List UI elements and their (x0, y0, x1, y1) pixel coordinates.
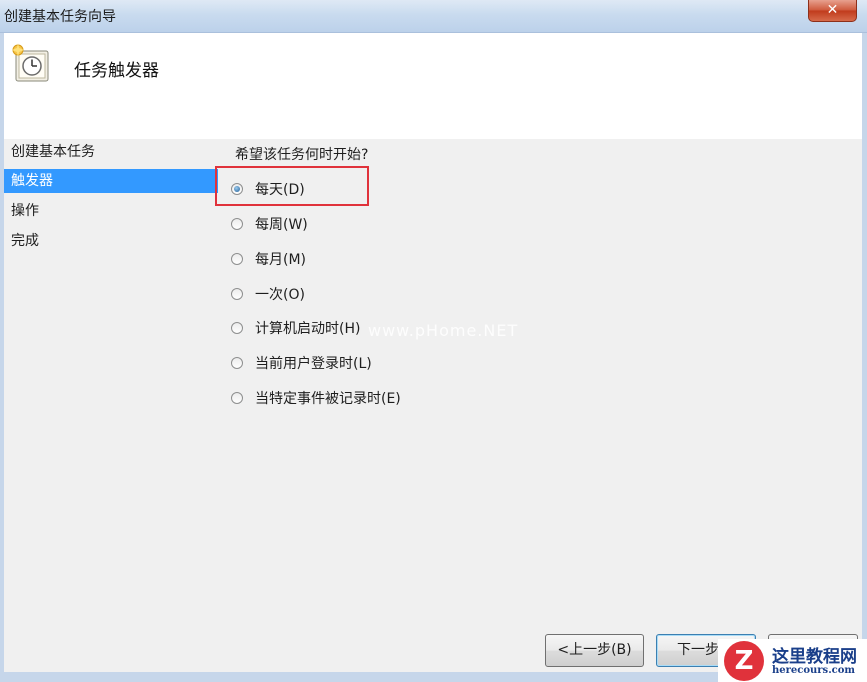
logo-site: herecours.com (772, 665, 856, 676)
watermark-text: www.pHome.NET (368, 321, 519, 340)
window-title: 创建基本任务向导 (4, 9, 116, 25)
option-daily-label: 每天(D) (255, 182, 305, 198)
wizard-header: 任务触发器 (4, 33, 862, 139)
radio-monthly[interactable] (231, 253, 243, 265)
task-scheduler-clock-icon (12, 43, 49, 82)
logo-name: 这里教程网 (772, 647, 857, 667)
option-at-startup-label: 计算机启动时(H) (255, 321, 361, 337)
option-weekly-label: 每周(W) (255, 217, 308, 233)
radio-on-event[interactable] (231, 392, 243, 404)
window-frame-bottom (0, 672, 720, 682)
close-icon: ✕ (826, 2, 839, 18)
page-title: 任务触发器 (74, 61, 159, 81)
radio-daily[interactable] (231, 183, 243, 195)
close-button[interactable]: ✕ (808, 0, 857, 22)
logo-mark-icon: Z (724, 641, 764, 681)
site-logo: Z 这里教程网 herecours.com (718, 639, 867, 682)
step-finish: 完成 (11, 233, 39, 249)
radio-at-logon[interactable] (231, 357, 243, 369)
radio-once[interactable] (231, 288, 243, 300)
window-frame-right (862, 33, 867, 682)
title-bar: 创建基本任务向导 ✕ (0, 0, 867, 33)
option-on-event-label: 当特定事件被记录时(E) (255, 391, 401, 407)
radio-weekly[interactable] (231, 218, 243, 230)
trigger-question: 希望该任务何时开始? (235, 147, 369, 163)
radio-at-startup[interactable] (231, 322, 243, 334)
trigger-options: 希望该任务何时开始? 每天(D) 每周(W) 每月(M) 一次(O) 计算机启动… (215, 140, 862, 640)
step-trigger: 触发器 (4, 169, 218, 193)
option-monthly-label: 每月(M) (255, 252, 307, 268)
back-button[interactable]: <上一步(B) (545, 634, 644, 667)
option-once-label: 一次(O) (255, 287, 305, 303)
step-action: 操作 (11, 203, 39, 219)
step-create-basic-task: 创建基本任务 (11, 144, 95, 160)
wizard-steps: 创建基本任务 触发器 操作 完成 (4, 140, 218, 640)
option-at-logon-label: 当前用户登录时(L) (255, 356, 372, 372)
